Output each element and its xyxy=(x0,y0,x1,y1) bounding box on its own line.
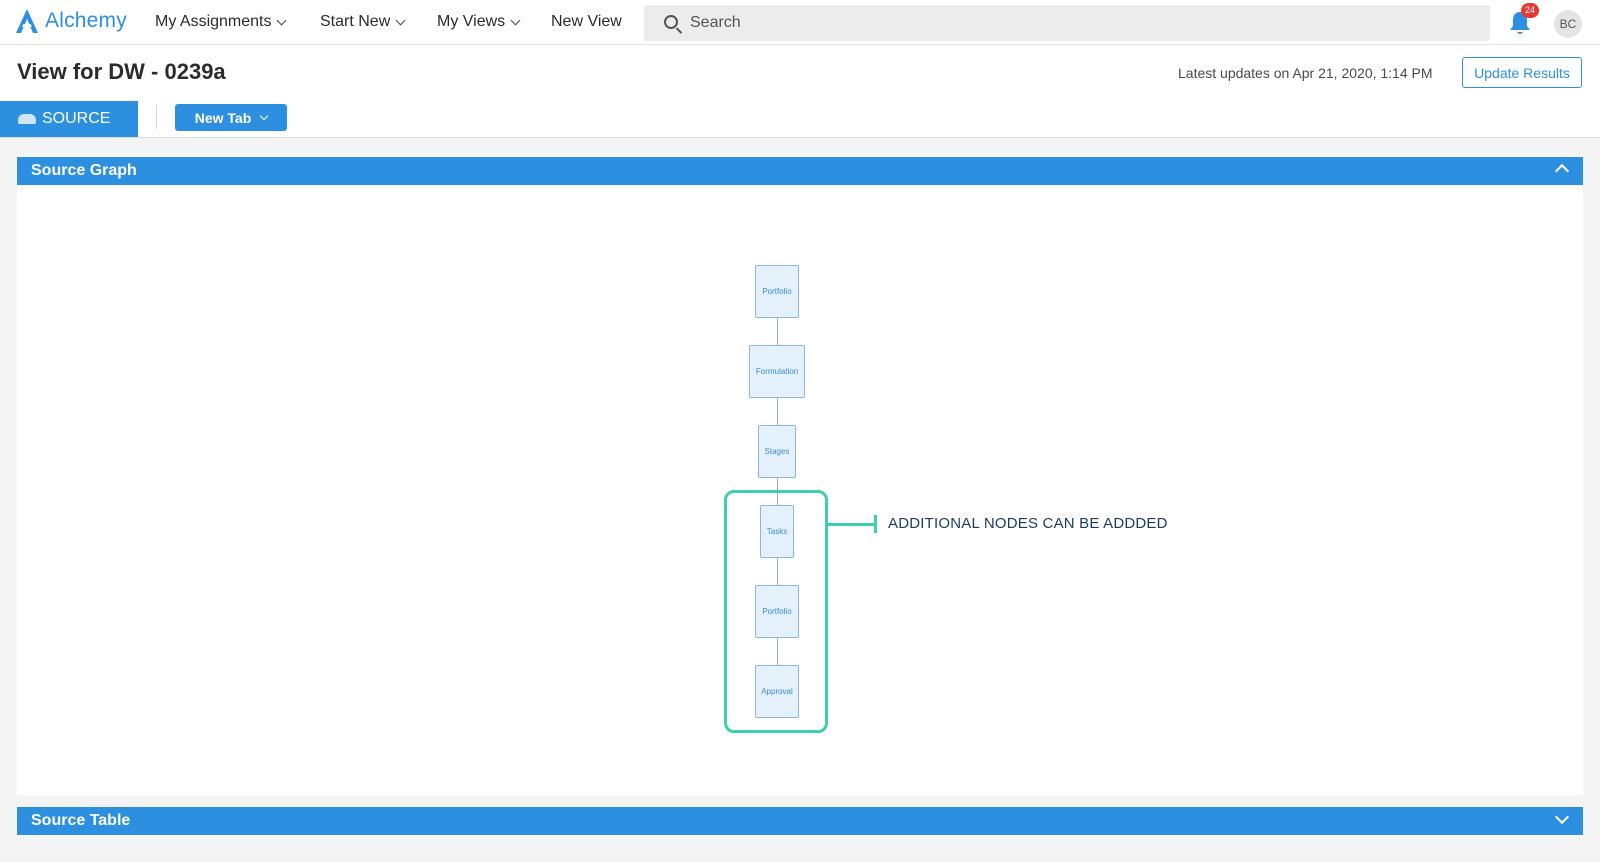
nav-start-new-label: Start New xyxy=(320,13,391,30)
callout-connector-cap xyxy=(874,515,877,533)
new-tab-label: New Tab xyxy=(194,109,252,126)
nav-my-assignments-label: My Assignments xyxy=(155,13,272,30)
nav-my-assignments[interactable]: My Assignments xyxy=(155,13,287,31)
app-name: Alchemy xyxy=(45,9,127,32)
alchemy-logo-icon xyxy=(16,9,38,33)
source-graph-panel-header[interactable]: Source Graph xyxy=(17,157,1583,185)
chevron-down-icon xyxy=(510,15,521,25)
chevron-down-icon xyxy=(395,15,406,25)
chevron-down-icon[interactable] xyxy=(1554,809,1570,825)
graph-edge xyxy=(777,318,778,345)
tab-source-label: SOURCE xyxy=(42,110,111,127)
page-title: View for DW - 0239a xyxy=(17,59,226,84)
tab-divider xyxy=(156,105,157,129)
callout-annotation: ADDITIONAL NODES CAN BE ADDDED xyxy=(888,515,1168,532)
alchemy-logo[interactable]: Alchemy xyxy=(15,8,127,34)
nav-new-view[interactable]: New View xyxy=(551,13,622,31)
callout-connector xyxy=(828,523,877,526)
user-avatar[interactable]: BC xyxy=(1554,10,1582,38)
graph-node-stages[interactable]: Stages xyxy=(758,425,796,478)
chevron-down-icon xyxy=(260,111,269,121)
notification-badge: 24 xyxy=(1521,3,1539,18)
nav-start-new[interactable]: Start New xyxy=(320,13,406,31)
latest-updates-text: Latest updates on Apr 21, 2020, 1:14 PM xyxy=(1178,65,1433,81)
nav-new-view-label: New View xyxy=(551,13,622,30)
additional-nodes-highlight xyxy=(724,490,828,733)
nav-my-views[interactable]: My Views xyxy=(437,13,521,31)
nav-my-views-label: My Views xyxy=(437,13,506,30)
update-results-button[interactable]: Update Results xyxy=(1462,57,1582,88)
graph-node-portfolio[interactable]: Portfolio xyxy=(755,265,799,318)
new-tab-button[interactable]: New Tab xyxy=(175,104,287,131)
database-icon xyxy=(18,114,36,124)
search-input[interactable] xyxy=(690,5,1470,41)
chevron-up-icon[interactable] xyxy=(1554,163,1570,179)
source-table-title: Source Table xyxy=(31,812,131,829)
search-bar xyxy=(644,5,1490,41)
source-table-panel-header[interactable]: Source Table xyxy=(17,807,1583,835)
source-graph-title: Source Graph xyxy=(31,162,137,179)
graph-edge xyxy=(777,398,778,425)
top-navigation-bar: Alchemy My Assignments Start New My View… xyxy=(0,0,1600,45)
search-icon xyxy=(664,15,678,29)
graph-node-formulation[interactable]: Formulation xyxy=(749,345,805,398)
tab-source[interactable]: SOURCE xyxy=(0,101,138,137)
chevron-down-icon xyxy=(277,15,287,25)
page-header: View for DW - 0239a Latest updates on Ap… xyxy=(0,45,1600,138)
